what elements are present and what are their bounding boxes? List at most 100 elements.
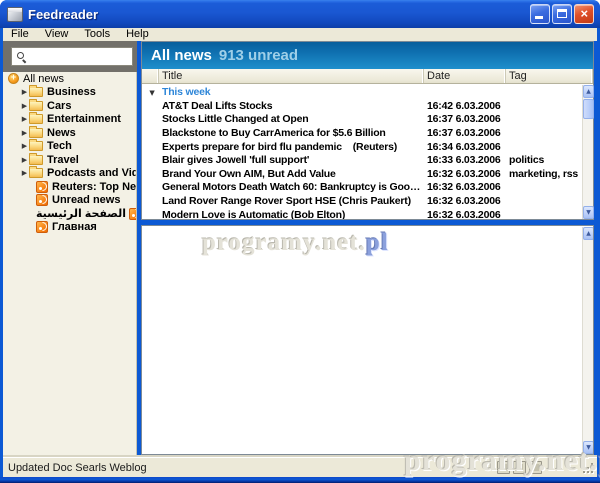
folder-icon xyxy=(29,112,43,125)
tree-item-label: Podcasts and Vid... xyxy=(47,167,137,180)
tree-item[interactable]: ▶ Travel xyxy=(3,152,136,167)
scrollbar-thumb[interactable] xyxy=(583,99,594,119)
news-date: 16:32 6.03.2006 xyxy=(427,167,501,180)
expand-arrow-icon[interactable]: ▶ xyxy=(20,156,29,164)
news-row[interactable]: Stocks Little Changed at Open 16:37 6.03… xyxy=(142,113,582,127)
rss-feed-icon xyxy=(36,180,48,193)
tree-item[interactable]: ▶ Podcasts and Vid... xyxy=(3,166,137,181)
news-row[interactable]: General Motors Death Watch 60: Bankruptc… xyxy=(142,181,582,195)
scroll-down-icon[interactable]: ▼ xyxy=(583,441,593,454)
watermark-content: programy.net.pl xyxy=(202,229,389,256)
news-row[interactable]: Experts prepare for bird flu pandemic (R… xyxy=(142,140,582,154)
expand-arrow-icon[interactable]: ▶ xyxy=(20,102,29,110)
tree-item-label: Главная xyxy=(52,221,97,234)
tree-item[interactable]: ▶ الصفحة الرئيسية xyxy=(3,207,136,221)
news-row[interactable]: Land Rover Range Rover Sport HSE (Chris … xyxy=(142,194,582,208)
tree-item-label: News xyxy=(47,126,76,139)
content-scrollbar[interactable]: ▲ ▼ xyxy=(582,227,593,454)
tree-item-label: Cars xyxy=(47,99,72,112)
maximize-button[interactable] xyxy=(552,4,572,24)
tree-item[interactable]: ▶ News xyxy=(3,125,136,140)
news-title[interactable]: Blair gives Jowell 'full support' xyxy=(159,154,424,166)
resize-grip[interactable] xyxy=(581,461,594,474)
status-tray-icon[interactable] xyxy=(513,461,526,474)
folder-icon xyxy=(29,98,43,111)
window-bottom-border xyxy=(0,477,600,483)
tree-item[interactable]: ▶ Tech xyxy=(3,139,136,154)
column-tag[interactable]: Tag xyxy=(506,69,593,83)
news-row[interactable]: Modern Love is Automatic (Bob Elton) 16:… xyxy=(142,208,582,219)
collapse-arrow-icon[interactable]: ▼ xyxy=(142,88,159,97)
news-row[interactable]: AT&T Deal Lifts Stocks 16:42 6.03.2006 xyxy=(142,99,582,113)
news-title[interactable]: General Motors Death Watch 60: Bankruptc… xyxy=(159,181,424,193)
tree-item[interactable]: ▶ Reuters: Top News xyxy=(3,180,136,194)
window-title: Feedreader xyxy=(28,6,99,22)
expand-arrow-icon[interactable]: ▶ xyxy=(20,142,29,150)
tree-item-label: Unread news xyxy=(52,194,121,207)
tree-item-label: الصفحة الرئيسية xyxy=(36,208,127,221)
tree-item[interactable]: ▶ Cars xyxy=(3,98,136,113)
expand-arrow-icon[interactable]: ▶ xyxy=(20,115,29,123)
rss-feed-icon xyxy=(129,207,136,220)
status-tray-icon[interactable] xyxy=(529,461,542,474)
menu-item[interactable]: File xyxy=(3,28,37,41)
news-row[interactable]: Blackstone to Buy CarrAmerica for $5.6 B… xyxy=(142,126,582,140)
news-list-scrollbar[interactable]: ▲ ▼ xyxy=(582,85,594,219)
news-row[interactable]: Brand Your Own AIM, But Add Value 16:32 … xyxy=(142,167,582,181)
news-date: 16:34 6.03.2006 xyxy=(427,140,501,153)
folder-icon xyxy=(29,166,43,179)
search-panel xyxy=(3,41,137,72)
menu-item[interactable]: Tools xyxy=(76,28,118,41)
tree-item-label: All news xyxy=(23,72,64,85)
feedreader-app-icon xyxy=(7,6,23,22)
news-tag: politics xyxy=(509,154,545,167)
expand-arrow-icon[interactable]: ▶ xyxy=(20,169,29,177)
feedreader-window: Feedreader × File View Tools Help ▶ xyxy=(0,0,600,483)
column-title[interactable]: Title xyxy=(159,69,424,83)
all-news-icon xyxy=(8,72,19,85)
tree-item[interactable]: ▶ Главная xyxy=(3,221,136,235)
feed-tree: ▶ All news ▶ Business ▶ Cars xyxy=(3,72,137,457)
status-tray-icon[interactable] xyxy=(497,461,510,474)
tree-item[interactable]: ▶ Business xyxy=(3,85,136,100)
news-date: 16:33 6.03.2006 xyxy=(427,154,501,167)
folder-icon xyxy=(29,125,43,138)
news-title[interactable]: Land Rover Range Rover Sport HSE (Chris … xyxy=(159,195,424,207)
news-title[interactable]: AT&T Deal Lifts Stocks xyxy=(159,100,424,112)
column-icon[interactable] xyxy=(142,69,159,83)
news-title[interactable]: Modern Love is Automatic (Bob Elton) xyxy=(159,209,424,219)
expand-arrow-icon[interactable]: ▶ xyxy=(20,88,29,96)
tree-item[interactable]: ▶ Entertainment xyxy=(3,112,136,127)
news-date: 16:32 6.03.2006 xyxy=(427,208,501,219)
article-content-pane: programy.net.pl ▲ ▼ xyxy=(141,225,594,455)
tree-item[interactable]: ▶ All news xyxy=(3,72,136,86)
minimize-button[interactable] xyxy=(530,4,550,24)
news-title[interactable]: Experts prepare for bird flu pandemic (R… xyxy=(159,141,424,153)
news-title[interactable]: Brand Your Own AIM, But Add Value xyxy=(159,168,424,180)
column-date[interactable]: Date xyxy=(424,69,506,83)
tree-item-label: Travel xyxy=(47,153,79,166)
scroll-up-icon[interactable]: ▲ xyxy=(583,85,594,98)
statusbar: Updated Doc Searls Weblog xyxy=(3,457,597,477)
search-icon xyxy=(16,51,27,62)
menu-item[interactable]: Help xyxy=(118,28,157,41)
feed-header-title: All news xyxy=(151,47,212,64)
group-row-this-week[interactable]: ▼ This week xyxy=(142,85,582,99)
unread-count: 913 unread xyxy=(218,47,299,64)
scroll-down-icon[interactable]: ▼ xyxy=(583,206,594,219)
expand-arrow-icon[interactable]: ▶ xyxy=(20,129,29,137)
news-tag: marketing, rss xyxy=(509,167,578,180)
menu-item[interactable]: View xyxy=(37,28,77,41)
titlebar: Feedreader × xyxy=(0,0,600,28)
search-input[interactable] xyxy=(27,49,132,64)
news-title[interactable]: Blackstone to Buy CarrAmerica for $5.6 B… xyxy=(159,127,424,139)
news-row[interactable]: Blair gives Jowell 'full support' 16:33 … xyxy=(142,153,582,167)
folder-icon xyxy=(29,152,43,165)
tree-item-label: Reuters: Top News xyxy=(52,180,137,193)
scroll-up-icon[interactable]: ▲ xyxy=(583,227,593,240)
news-title[interactable]: Stocks Little Changed at Open xyxy=(159,113,424,125)
status-icons xyxy=(497,461,542,474)
news-date: 16:42 6.03.2006 xyxy=(427,99,501,112)
tree-item[interactable]: ▶ Unread news xyxy=(3,194,136,208)
close-button[interactable]: × xyxy=(574,4,594,24)
